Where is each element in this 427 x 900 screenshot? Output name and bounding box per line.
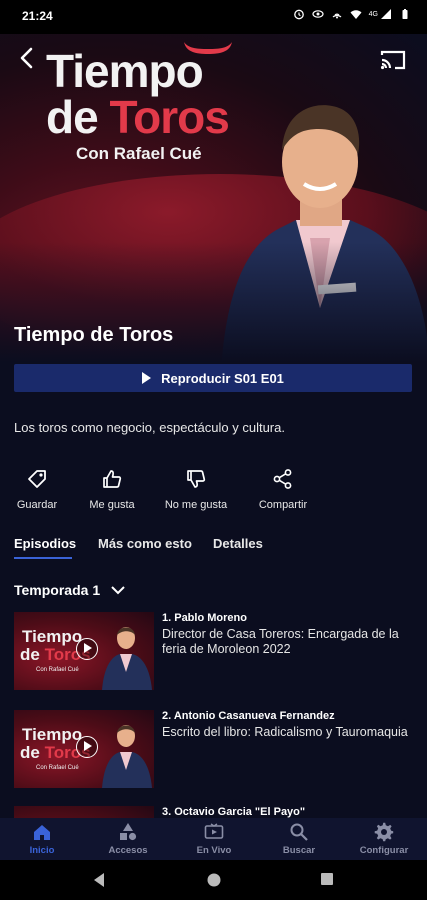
play-episode-button[interactable]: Reproducir S01 E01 xyxy=(14,364,412,392)
show-description: Los toros como negocio, espectáculo y cu… xyxy=(14,420,285,435)
save-label: Guardar xyxy=(16,499,58,511)
nav-search-label: Buscar xyxy=(282,845,316,856)
share-icon xyxy=(273,469,292,489)
system-recents-icon[interactable] xyxy=(320,872,334,886)
episode-title: 1. Pablo Moreno xyxy=(162,612,247,624)
episode-title: 2. Antonio Casanueva Fernandez xyxy=(162,710,335,722)
alarm-icon xyxy=(293,9,304,20)
play-icon xyxy=(142,372,152,384)
episode-thumbnail[interactable]: Tiempo de Toros Con Rafael Cué xyxy=(14,612,154,690)
search-icon xyxy=(290,823,308,841)
wifi-icon xyxy=(350,10,362,19)
nav-settings-label: Configurar xyxy=(359,845,409,856)
episode-item[interactable]: Tiempo de Toros Con Rafael Cué 1. Pablo … xyxy=(14,612,414,694)
episode-thumbnail[interactable]: Tiempo de Toros Con Rafael Cué xyxy=(14,710,154,788)
like-label: Me gusta xyxy=(89,499,135,511)
status-icons: 4G xyxy=(293,8,411,20)
share-label: Compartir xyxy=(258,499,308,511)
wifi-call-icon xyxy=(332,13,342,19)
battery-icon xyxy=(402,9,408,19)
thumb-logo-host: Con Rafael Cué xyxy=(36,667,79,673)
season-selector[interactable]: Temporada 1 xyxy=(14,582,126,598)
tab-more-like-this[interactable]: Más como esto xyxy=(98,536,192,551)
system-navigation-bar xyxy=(0,860,427,900)
nav-home-label: Inicio xyxy=(29,845,55,856)
tab-details[interactable]: Detalles xyxy=(213,536,263,551)
thumb-logo-tiempo: Tiempo xyxy=(22,627,83,646)
status-time: 21:24 xyxy=(22,9,53,23)
nav-accesos-label: Accesos xyxy=(108,845,148,856)
signal-icon xyxy=(381,9,391,19)
bottom-navigation: Inicio Accesos En Vivo Buscar Configurar xyxy=(0,818,427,860)
nav-settings[interactable]: Configurar xyxy=(344,822,424,856)
play-circle-icon[interactable] xyxy=(76,638,98,660)
active-tab-indicator xyxy=(14,557,72,559)
nav-live-label: En Vivo xyxy=(196,845,232,856)
gear-icon xyxy=(374,822,394,842)
system-home-icon[interactable] xyxy=(206,872,222,888)
dislike-label: No me gusta xyxy=(164,499,228,511)
share-button[interactable]: Compartir xyxy=(238,468,328,511)
network-label: 4G xyxy=(368,10,378,18)
action-bar: Guardar Me gusta No me gusta Compartir xyxy=(0,468,427,518)
thumbs-up-icon xyxy=(103,470,122,488)
like-button[interactable]: Me gusta xyxy=(67,468,157,511)
home-icon xyxy=(34,825,50,840)
live-tv-icon xyxy=(204,823,224,839)
eye-icon xyxy=(312,10,324,18)
chevron-down-icon xyxy=(111,586,125,595)
nav-home[interactable]: Inicio xyxy=(2,822,82,856)
logo-toros: Toros xyxy=(109,91,229,143)
thumb-logo-tiempo: Tiempo xyxy=(22,725,83,744)
thumbs-down-icon xyxy=(187,470,206,488)
play-circle-icon[interactable] xyxy=(76,736,98,758)
season-label: Temporada 1 xyxy=(14,582,101,598)
episode-subtitle: Director de Casa Toreros: Encargada de l… xyxy=(162,627,399,656)
nav-search[interactable]: Buscar xyxy=(259,822,339,856)
logo-de: de xyxy=(46,91,99,143)
system-back-icon[interactable] xyxy=(92,872,106,888)
thumb-host-photo xyxy=(102,725,152,788)
logo-host-line: Con Rafael Cué xyxy=(76,144,202,163)
episode-item[interactable]: Tiempo de Toros Con Rafael Cué 2. Antoni… xyxy=(14,710,414,792)
episode-title: 3. Octavio Garcia "El Payo" xyxy=(162,806,306,818)
episode-subtitle: Escrito del libro: Radicalismo y Tauroma… xyxy=(162,725,408,739)
tab-episodes[interactable]: Episodios xyxy=(14,536,76,551)
episode-thumbnail[interactable] xyxy=(14,806,154,818)
play-button-label: Reproducir S01 E01 xyxy=(161,370,284,386)
dislike-button[interactable]: No me gusta xyxy=(151,468,241,511)
tag-icon xyxy=(28,470,46,488)
shapes-icon xyxy=(120,823,137,841)
status-bar: 21:24 4G xyxy=(0,0,427,34)
bull-horns-icon xyxy=(184,42,232,54)
back-arrow-icon[interactable] xyxy=(16,46,40,70)
cast-icon[interactable] xyxy=(379,48,407,72)
show-title: Tiempo de Toros xyxy=(14,324,174,346)
episode-item[interactable]: 3. Octavio Garcia "El Payo" xyxy=(14,806,414,818)
show-logo: Tiempo de Toros Con Rafael Cué xyxy=(46,48,256,164)
nav-accesos[interactable]: Accesos xyxy=(88,822,168,856)
nav-live[interactable]: En Vivo xyxy=(174,822,254,856)
thumb-logo-host: Con Rafael Cué xyxy=(36,765,79,771)
thumb-host-photo xyxy=(102,627,152,690)
logo-line-de-toros: de Toros xyxy=(46,94,256,140)
